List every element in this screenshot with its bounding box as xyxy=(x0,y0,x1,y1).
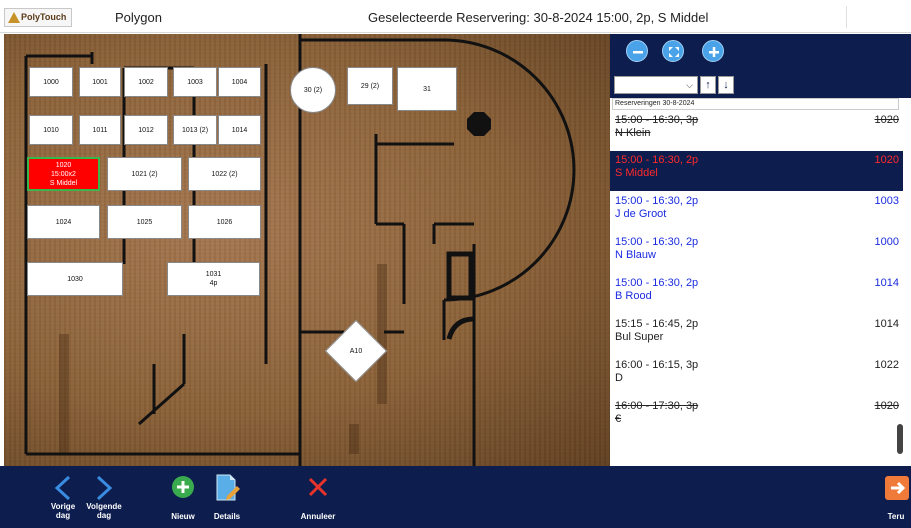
sort-down-button[interactable]: ↓ xyxy=(718,76,734,94)
zoom-in-icon xyxy=(709,47,719,57)
polytouch-logo: PolyTouch xyxy=(4,8,72,27)
page-title: Geselecteerde Reservering: 30-8-2024 15:… xyxy=(368,10,709,25)
table-1013[interactable]: 1013 (2) xyxy=(173,115,217,145)
title-divider xyxy=(846,6,847,28)
table-1031[interactable]: 1031 4p xyxy=(167,262,260,296)
reservation-item-selected[interactable]: 15:00 - 16:30, 2p S Middel 1020 xyxy=(610,151,903,191)
reservation-item[interactable]: 15:00 - 16:30, 3p N Klein 1020 xyxy=(610,111,903,151)
reservations-list[interactable]: 15:00 - 16:30, 3p N Klein 1020 15:00 - 1… xyxy=(610,111,903,466)
reservation-time: 15:15 - 16:45, 2p xyxy=(615,318,699,330)
table-1026[interactable]: 1026 xyxy=(188,205,261,239)
reservation-item[interactable]: 16:00 - 16:15, 3p D 1022 xyxy=(610,356,903,396)
zoom-in-button[interactable] xyxy=(702,40,724,62)
sort-up-button[interactable]: ↑ xyxy=(700,76,716,94)
view-dropdown[interactable]: ⌵ xyxy=(614,76,698,94)
reservation-item[interactable]: 15:15 - 16:45, 2p Bul Super 1014 xyxy=(610,315,903,355)
reservation-name: J de Groot xyxy=(615,208,667,220)
details-label: Details xyxy=(213,512,241,521)
app-name: Polygon xyxy=(115,10,162,25)
cancel-label: Annuleer xyxy=(300,512,336,521)
reservation-item[interactable]: 15:00 - 16:30, 2p J de Groot 1003 xyxy=(610,192,903,232)
table-1001[interactable]: 1001 xyxy=(79,67,121,97)
reservation-name: Bul Super xyxy=(615,331,664,343)
cancel-reservation-button[interactable]: Annuleer xyxy=(297,466,339,528)
previous-day-label: Vorige dag xyxy=(50,502,76,520)
next-day-button[interactable]: Volgende dag xyxy=(82,466,126,528)
list-scrollbar-thumb[interactable] xyxy=(897,424,903,454)
reservation-time: 15:00 - 16:30, 3p xyxy=(615,114,699,126)
table-1011[interactable]: 1011 xyxy=(79,115,121,145)
reservations-list-header: Reserveringen 30-8-2024 xyxy=(612,98,899,110)
close-icon xyxy=(308,477,328,497)
zoom-fit-icon xyxy=(669,47,679,57)
new-button[interactable]: Nieuw xyxy=(163,466,203,528)
reservation-name: S Middel xyxy=(615,167,658,179)
title-bar: PolyTouch Polygon Geselecteerde Reserver… xyxy=(0,0,911,33)
reservation-time: 15:00 - 16:30, 2p xyxy=(615,154,699,166)
table-1012[interactable]: 1012 xyxy=(124,115,168,145)
back-label: Teru xyxy=(887,512,905,521)
reservation-table: 1014 xyxy=(874,277,899,289)
reservation-time: 15:00 - 16:30, 2p xyxy=(615,195,699,207)
table-A10-label: A10 xyxy=(349,347,363,355)
table-1010[interactable]: 1010 xyxy=(29,115,73,145)
table-1003[interactable]: 1003 xyxy=(173,67,217,97)
reservation-name: N Klein xyxy=(615,127,651,139)
table-1022[interactable]: 1022 (2) xyxy=(188,157,261,191)
reservation-name: D xyxy=(615,372,623,384)
zoom-out-button[interactable] xyxy=(626,40,648,62)
bottom-toolbar: Vorige dag Volgende dag Nieuw Details An… xyxy=(0,466,911,528)
reservation-table: 1020 xyxy=(874,114,899,126)
reservation-time: 15:00 - 16:30, 2p xyxy=(615,236,699,248)
reservation-name: B Rood xyxy=(615,290,652,302)
reservation-item[interactable]: 15:00 - 16:30, 2p N Blauw 1000 xyxy=(610,233,903,273)
reservation-table: 1020 xyxy=(874,154,899,166)
table-1002[interactable]: 1002 xyxy=(124,67,168,97)
table-1004[interactable]: 1004 xyxy=(218,67,261,97)
table-1021[interactable]: 1021 (2) xyxy=(107,157,182,191)
floor-plan[interactable]: 1000 1001 1002 1003 1004 1010 1011 1012 … xyxy=(4,34,610,466)
table-30[interactable]: 30 (2) xyxy=(290,67,336,113)
previous-day-button[interactable]: Vorige dag xyxy=(44,466,82,528)
details-button[interactable]: Details xyxy=(207,466,247,528)
reservation-name: N Blauw xyxy=(615,249,656,261)
reservation-name: € xyxy=(615,413,622,425)
panel-toolbar: ⌵ ↑ ↓ xyxy=(610,34,911,98)
table-1025[interactable]: 1025 xyxy=(107,205,182,239)
table-1024[interactable]: 1024 xyxy=(27,205,100,239)
reservation-table: 1020 xyxy=(874,400,899,412)
arrow-right-icon xyxy=(885,476,909,500)
reservation-item[interactable]: 15:00 - 16:30, 2p B Rood 1014 xyxy=(610,274,903,314)
zoom-fit-button[interactable] xyxy=(662,40,684,62)
table-31[interactable]: 31 xyxy=(397,67,457,111)
chevron-down-icon: ⌵ xyxy=(686,80,693,90)
plus-circle-icon xyxy=(172,476,194,498)
logo-triangle-icon xyxy=(8,12,20,23)
table-1000[interactable]: 1000 xyxy=(29,67,73,97)
chevron-right-icon xyxy=(96,475,113,501)
chevron-left-icon xyxy=(54,475,71,501)
reservation-time: 15:00 - 16:30, 2p xyxy=(615,277,699,289)
pillar-icon xyxy=(467,112,491,136)
table-1014[interactable]: 1014 xyxy=(218,115,261,145)
next-day-label: Volgende dag xyxy=(86,502,122,520)
back-button[interactable]: Teru xyxy=(881,466,911,528)
app-window: PolyTouch Polygon Geselecteerde Reserver… xyxy=(0,0,911,528)
reservation-table: 1014 xyxy=(874,318,899,330)
document-edit-icon xyxy=(216,474,240,501)
reservation-table: 1022 xyxy=(874,359,899,371)
table-1030[interactable]: 1030 xyxy=(27,262,123,296)
table-A10[interactable]: A10 xyxy=(324,319,388,383)
new-label: Nieuw xyxy=(171,512,195,521)
reservations-panel: ⌵ ↑ ↓ Reserveringen 30-8-2024 15:00 - 16… xyxy=(610,34,911,466)
table-1020-selected[interactable]: 1020 15:00x2 S Middel xyxy=(27,157,100,191)
table-29[interactable]: 29 (2) xyxy=(347,67,393,105)
reservation-table: 1000 xyxy=(874,236,899,248)
reservation-time: 16:00 - 16:15, 3p xyxy=(615,359,699,371)
reservation-item[interactable]: 16:00 - 17:30, 3p € 1020 xyxy=(610,397,903,437)
logo-text: PolyTouch xyxy=(21,12,67,22)
zoom-out-icon xyxy=(633,51,643,54)
reservation-table: 1003 xyxy=(874,195,899,207)
reservation-time: 16:00 - 17:30, 3p xyxy=(615,400,699,412)
